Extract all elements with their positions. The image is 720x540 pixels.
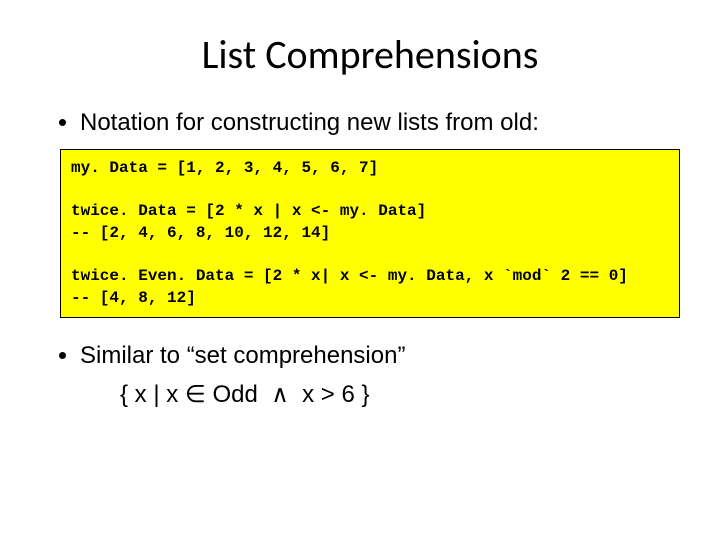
bullet-similar: Similar to “set comprehension” <box>80 342 680 370</box>
code-line-4: twice. Even. Data = [2 * x| x <- my. Dat… <box>71 267 628 285</box>
bullet-list-2: Similar to “set comprehension” <box>60 342 680 370</box>
code-line-1: my. Data = [1, 2, 3, 4, 5, 6, 7] <box>71 159 378 177</box>
slide: List Comprehensions Notation for constru… <box>0 0 720 540</box>
bullet-notation: Notation for constructing new lists from… <box>80 109 680 137</box>
bullet-list: Notation for constructing new lists from… <box>60 109 680 137</box>
slide-title: List Comprehensions <box>60 30 680 79</box>
code-line-2: twice. Data = [2 * x | x <- my. Data] <box>71 202 426 220</box>
code-example-box: my. Data = [1, 2, 3, 4, 5, 6, 7] twice. … <box>60 149 680 318</box>
code-line-3: -- [2, 4, 6, 8, 10, 12, 14] <box>71 224 330 242</box>
set-notation: { x | x ∈ Odd ∧ x > 6 } <box>120 380 680 409</box>
code-line-5: -- [4, 8, 12] <box>71 289 196 307</box>
